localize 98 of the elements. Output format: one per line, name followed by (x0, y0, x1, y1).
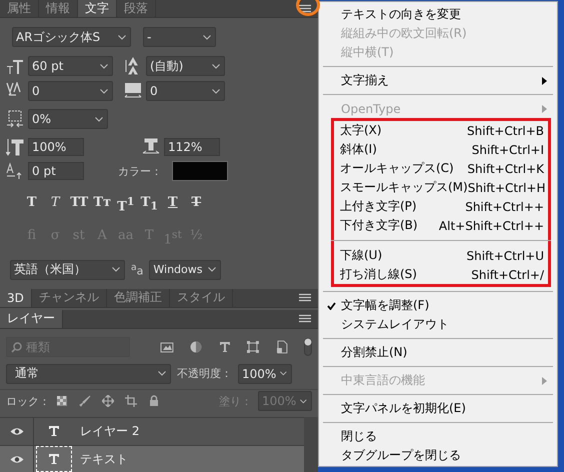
baseline-shift-field[interactable]: 0 pt (28, 162, 84, 180)
style-toggle[interactable]: T (44, 195, 67, 214)
font-size-icon (6, 57, 24, 75)
move-icon[interactable] (102, 395, 114, 408)
menu-item[interactable]: 分割禁止(N) (321, 343, 555, 362)
antialias-label: $^{a}$a (131, 262, 144, 278)
style-toggle[interactable]: T (20, 195, 44, 214)
font-size-dropdown[interactable]: 60 pt (28, 56, 113, 76)
menu-item[interactable]: 下線(U) Shift+Ctrl+U (334, 246, 548, 265)
chevron-icon (212, 64, 220, 68)
horizontal-scale-icon (142, 138, 160, 156)
language-dropdown[interactable]: 英語（米国） (10, 260, 125, 280)
font-style-dropdown[interactable]: - (143, 27, 216, 47)
color-swatch[interactable] (172, 161, 228, 181)
menu-item[interactable]: 下付き文字(B) Alt+Shift+Ctrl++ (334, 216, 548, 235)
menu-item[interactable]: 文字パネルを初期化(E) (321, 399, 555, 418)
submenu-arrow-icon (542, 376, 547, 384)
tracking-icon (124, 82, 142, 100)
chevron-icon (112, 267, 120, 272)
menu-item[interactable]: 太字(X) Shift+Ctrl+B (334, 121, 548, 140)
style-toggle[interactable]: T (161, 195, 184, 214)
chevron-icon (95, 116, 103, 122)
chevron-icon (203, 34, 211, 40)
transform-icon[interactable] (246, 340, 260, 354)
layer-row[interactable]: レイヤー 2 (0, 416, 304, 445)
chevron-icon (158, 371, 166, 376)
check-icon (326, 302, 336, 310)
menu-item[interactable]: スモールキャップス(M)Shift+Ctrl+H (334, 178, 548, 197)
style-toggle[interactable]: T (184, 195, 208, 214)
panel-tab[interactable]: レイヤー (0, 310, 63, 328)
tsume-icon (6, 110, 24, 128)
shortcut-label: Shift+Ctrl+/ (471, 268, 545, 282)
crop-icon[interactable] (125, 395, 137, 408)
style-toggle[interactable]: TT (67, 195, 90, 214)
eye-icon[interactable] (10, 426, 24, 436)
opacity-dropdown[interactable]: 100% (238, 364, 292, 384)
tsume-dropdown[interactable]: 0% (28, 109, 108, 129)
shortcut-label: Shift+Ctrl+H (468, 180, 546, 194)
shortcut-label: Shift+Ctrl+K (467, 162, 545, 176)
menu-item[interactable]: 打ち消し線(S) Shift+Ctrl+/ (334, 265, 548, 284)
brush-icon[interactable] (79, 395, 91, 408)
tracking-dropdown[interactable]: 0 (146, 81, 225, 101)
image-icon[interactable] (160, 340, 174, 354)
shortcut-label: Shift+Ctrl+U (466, 248, 545, 262)
submenu-arrow-icon (542, 76, 547, 84)
panel-tab[interactable]: 3D (0, 288, 32, 307)
lock-label: ロック： (6, 394, 50, 409)
horizontal-scale-field[interactable]: 112% (164, 138, 220, 156)
type-layer-icon (48, 425, 60, 438)
menu-item[interactable]: 斜体(I) Shift+Ctrl+I (334, 140, 548, 159)
chevron-icon (300, 398, 307, 404)
chevron-icon (212, 88, 220, 94)
menu-item[interactable]: 文字揃え (321, 71, 555, 90)
vertical-scale-icon (6, 138, 24, 156)
toggle-switch-icon[interactable] (304, 338, 312, 356)
submenu-arrow-icon (542, 104, 547, 112)
menu-item[interactable]: タブグループを閉じる (321, 446, 555, 465)
chevron-icon (100, 64, 108, 68)
panel-tab[interactable]: 文字 (78, 0, 117, 17)
antialias-dropdown[interactable]: Windows (149, 260, 222, 280)
color-label: カラー： (118, 164, 162, 178)
menu-item[interactable]: オールキャップス(C) Shift+Ctrl+K (334, 159, 548, 178)
leading-dropdown[interactable]: (自動) (146, 56, 225, 76)
opacity-label: 不透明度： (177, 366, 232, 382)
menu-item[interactable]: システムレイアウト (321, 315, 555, 334)
menu-item[interactable]: テキストの向きを変更 (321, 5, 555, 24)
menu-icon[interactable] (298, 292, 312, 303)
shortcut-label: Shift+Ctrl+I (472, 142, 545, 156)
layer-row[interactable]: テキスト (0, 444, 304, 472)
menu-item[interactable]: 文字幅を調整(F) (321, 296, 555, 315)
chevron-icon (208, 267, 216, 272)
style-toggle[interactable]: Tᴛ (90, 195, 114, 214)
checkerboard-icon[interactable] (56, 395, 68, 408)
shortcut-label: Alt+Shift+Ctrl++ (438, 218, 545, 232)
style-toggle[interactable]: T$_{1}$ (138, 195, 161, 214)
document-icon[interactable] (275, 340, 290, 354)
blend-mode-dropdown[interactable]: 通常 (6, 364, 171, 384)
chevron-icon (118, 34, 126, 40)
menu-icon[interactable] (298, 4, 312, 14)
style-toggle[interactable]: T$^{1}$ (114, 195, 138, 214)
kerning-dropdown[interactable]: 0 (28, 81, 113, 101)
half-circle-icon[interactable] (188, 340, 203, 354)
font-family-dropdown[interactable]: ARゴシック体S (12, 27, 131, 47)
layer-name: テキスト (80, 450, 128, 468)
type-icon[interactable] (218, 340, 232, 354)
menu-icon[interactable] (298, 314, 312, 324)
eye-icon[interactable] (10, 454, 24, 464)
baseline-shift-icon (6, 162, 24, 180)
type-layer-icon (48, 453, 60, 466)
shortcut-label: Shift+Ctrl+B (467, 124, 545, 138)
chevron-icon (100, 88, 108, 94)
vertical-scale-field[interactable]: 100% (28, 138, 84, 156)
layer-name: レイヤー 2 (80, 422, 140, 440)
lock-icon[interactable] (148, 395, 160, 408)
menu-item[interactable]: 上付き文字(P) Shift+Ctrl++ (334, 197, 548, 216)
menu-item[interactable]: 閉じる (321, 427, 555, 446)
shortcut-label: Shift+Ctrl++ (465, 200, 545, 214)
chevron-icon (280, 371, 287, 376)
